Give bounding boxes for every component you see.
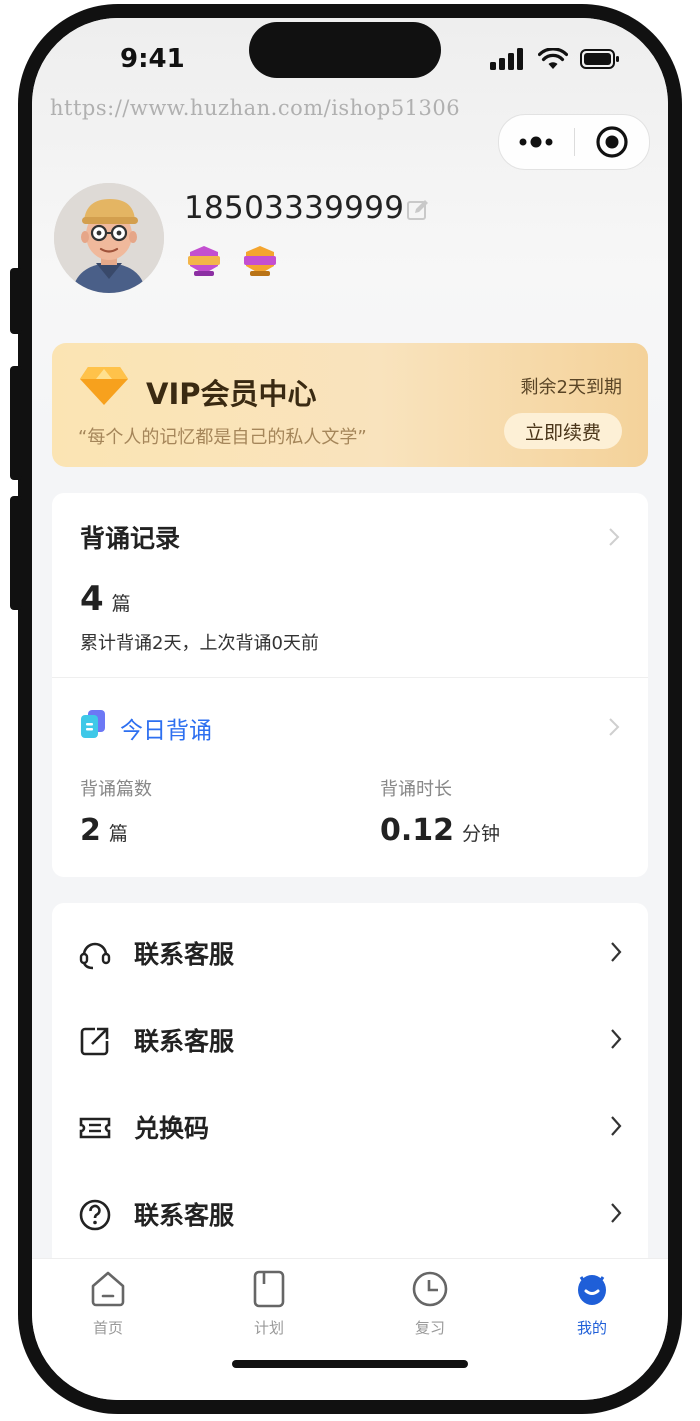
tab-home[interactable]: 首页 (48, 1269, 168, 1338)
chevron-right-icon (611, 942, 622, 962)
wifi-icon (538, 48, 568, 69)
watermark-url: https://www.huzhan.com/ishop51306 (50, 96, 461, 120)
volume-down-button (10, 496, 22, 610)
menu-item-contact-service-2[interactable]: 联系客服 (52, 998, 648, 1084)
diamond-icon (80, 367, 128, 405)
headset-icon (79, 942, 111, 970)
tab-bar: 首页 计划 复习 我的 (32, 1258, 668, 1400)
records-divider (52, 677, 648, 678)
menu-item-redeem-code[interactable]: 兑换码 (52, 1085, 648, 1171)
menu-item-label: 联系客服 (134, 940, 235, 969)
chevron-right-icon (611, 1116, 622, 1136)
battery-icon (580, 49, 619, 69)
target-circle-icon (596, 126, 628, 158)
menu-card: 联系客服 联系客服 兑换码 联系客服 (52, 903, 648, 1283)
screen: 9:41 https://www.huzhan.com/ishop51306 1… (32, 18, 668, 1400)
chevron-right-icon (611, 1029, 622, 1049)
status-time: 9:41 (120, 44, 185, 74)
chevron-right-icon[interactable] (608, 717, 620, 737)
today-records-link[interactable]: 今日背诵 (120, 711, 212, 745)
badge-purple-icon[interactable] (184, 244, 224, 278)
badge-row (184, 244, 280, 278)
tab-label: 复习 (414, 1319, 445, 1337)
records-card: 背诵记录 4篇 累计背诵2天，上次背诵0天前 今日背诵 背诵篇数 2篇 背诵时长… (52, 493, 648, 877)
renew-button[interactable]: 立即续费 (504, 413, 622, 449)
records-count: 4篇 (80, 579, 131, 619)
menu-item-label: 联系客服 (134, 1201, 235, 1230)
bookmark-icon (253, 1270, 285, 1308)
menu-item-contact-service[interactable]: 联系客服 (52, 911, 648, 997)
tab-label: 我的 (576, 1319, 607, 1337)
duration-unit: 分钟 (462, 823, 501, 845)
status-icons (490, 48, 620, 70)
tab-plan[interactable]: 计划 (209, 1269, 329, 1338)
records-count-value: 4 (80, 579, 104, 619)
duration-label: 背诵时长 (380, 779, 452, 800)
user-phone: 18503339999 (184, 190, 405, 226)
records-title: 背诵记录 (80, 524, 181, 553)
mute-switch (10, 268, 22, 334)
badge-orange-icon[interactable] (240, 244, 280, 278)
menu-item-label: 联系客服 (134, 1027, 235, 1056)
chevron-right-icon (611, 1203, 622, 1223)
home-indicator[interactable] (232, 1360, 468, 1368)
ticket-icon (79, 1117, 111, 1139)
today-records-icon (81, 710, 105, 738)
avatar[interactable] (54, 183, 164, 293)
edit-profile-button[interactable] (406, 198, 430, 226)
user-icon (578, 1275, 606, 1305)
vip-subtitle: “每个人的记忆都是自己的私人文学” (78, 427, 367, 448)
dynamic-island (249, 22, 441, 78)
vip-card[interactable]: VIP会员中心 “每个人的记忆都是自己的私人文学” 剩余2天到期 立即续费 (52, 343, 648, 467)
articles-number: 2 (80, 813, 101, 848)
more-dots-icon (519, 136, 553, 148)
edit-icon (407, 200, 428, 220)
tab-mine[interactable]: 我的 (532, 1269, 652, 1338)
chevron-right-icon[interactable] (608, 527, 620, 547)
external-link-icon (80, 1027, 109, 1056)
home-icon (91, 1271, 125, 1307)
articles-label: 背诵篇数 (80, 779, 152, 800)
miniprogram-capsule (498, 114, 650, 170)
articles-unit: 篇 (108, 823, 128, 845)
tab-label: 计划 (253, 1319, 284, 1337)
tab-label: 首页 (92, 1319, 123, 1337)
signal-icon (490, 48, 523, 70)
volume-up-button (10, 366, 22, 480)
duration-value: 0.12 分钟 (380, 813, 500, 848)
vip-expire-text: 剩余2天到期 (520, 377, 622, 398)
duration-number: 0.12 (380, 813, 455, 848)
menu-item-label: 兑换码 (134, 1114, 210, 1143)
menu-item-contact-service-3[interactable]: 联系客服 (52, 1172, 648, 1258)
records-count-unit: 篇 (111, 593, 131, 615)
articles-value: 2篇 (80, 813, 128, 848)
question-circle-icon (79, 1199, 111, 1231)
vip-title: VIP会员中心 (146, 377, 317, 411)
close-miniprogram-button[interactable] (575, 115, 650, 169)
more-button[interactable] (499, 115, 574, 169)
records-description: 累计背诵2天，上次背诵0天前 (80, 633, 319, 654)
clock-icon (412, 1271, 448, 1307)
avatar-illustration (54, 183, 164, 293)
tab-review[interactable]: 复习 (370, 1269, 490, 1338)
